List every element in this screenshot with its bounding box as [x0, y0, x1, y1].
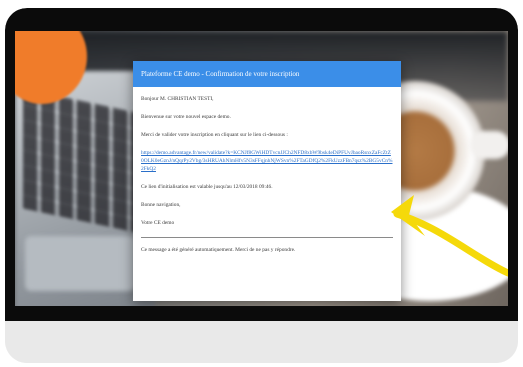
device-frame: Plateforme CE demo - Confirmation de vot… [5, 8, 518, 363]
email-divider [141, 237, 393, 238]
email-signature: Votre CE demo [141, 220, 175, 226]
email-instruction: Merci de valider votre inscription en cl… [141, 132, 288, 138]
validation-link[interactable]: https://demo.advantage.fr/new/validate?k… [141, 149, 393, 173]
background-keyboard [23, 88, 141, 234]
email-greeting: Bonjour M. CHRISTIAN TESTI, [141, 96, 214, 102]
email-signoff: Bonne navigation, [141, 202, 181, 208]
background-trackpad [25, 236, 135, 291]
email-body: Bonjour M. CHRISTIAN TESTI, Bienvenue su… [133, 87, 401, 254]
background-cup-handle [470, 131, 508, 159]
screen-display: Plateforme CE demo - Confirmation de vot… [15, 31, 508, 306]
email-footer: Ce message a été généré automatiquement.… [141, 247, 296, 253]
device-chin [5, 321, 518, 363]
email-welcome: Bienvenue sur votre nouvel espace demo. [141, 114, 231, 120]
screen-bezel: Plateforme CE demo - Confirmation de vot… [5, 8, 518, 321]
email-validity: Ce lien d'initialisation est valable jus… [141, 184, 273, 190]
email-header: Plateforme CE demo - Confirmation de vot… [133, 61, 401, 87]
pointer-arrow-icon [391, 195, 508, 277]
email-window: Plateforme CE demo - Confirmation de vot… [133, 61, 401, 301]
